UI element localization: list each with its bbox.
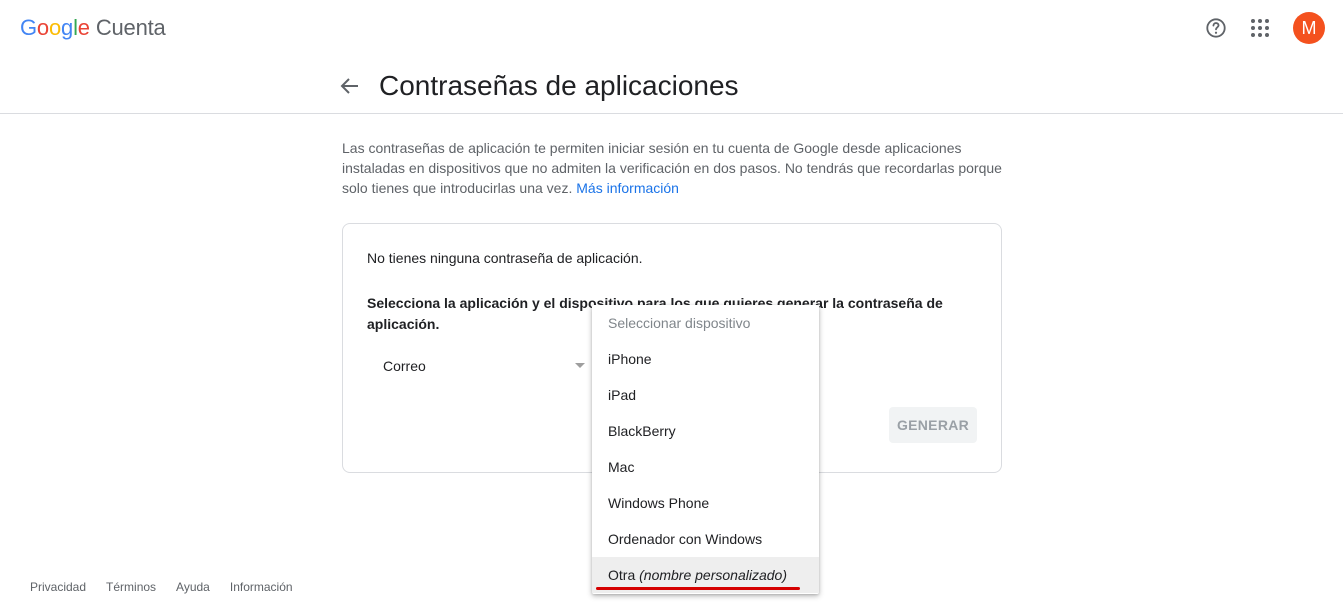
footer-link-help[interactable]: Ayuda [176, 580, 210, 594]
logo-letter: g [61, 15, 74, 40]
back-arrow-icon[interactable] [338, 74, 362, 98]
other-option-label: Otra [608, 567, 636, 583]
google-account-logo[interactable]: Google Cuenta [20, 14, 166, 42]
product-name: Cuenta [95, 15, 166, 40]
avatar[interactable]: M [1293, 12, 1325, 44]
highlight-underline [596, 587, 800, 590]
dropdown-option-windows-pc[interactable]: Ordenador con Windows [592, 521, 819, 557]
dropdown-option-blackberry[interactable]: BlackBerry [592, 413, 819, 449]
logo-letter: e [77, 15, 90, 40]
dropdown-option-ipad[interactable]: iPad [592, 377, 819, 413]
dropdown-placeholder[interactable]: Seleccionar dispositivo [592, 305, 819, 341]
title-bar: Contraseñas de aplicaciones [0, 56, 1343, 114]
footer-links: Privacidad Términos Ayuda Información [30, 580, 293, 594]
footer-link-terms[interactable]: Términos [106, 580, 156, 594]
dropdown-option-mac[interactable]: Mac [592, 449, 819, 485]
dropdown-option-windows-phone[interactable]: Windows Phone [592, 485, 819, 521]
help-icon[interactable] [1201, 13, 1231, 43]
device-dropdown: Seleccionar dispositivo iPhone iPad Blac… [592, 305, 819, 594]
footer-link-privacy[interactable]: Privacidad [30, 580, 86, 594]
other-option-hint: (nombre personalizado) [639, 567, 787, 583]
more-info-link[interactable]: Más información [576, 180, 679, 196]
top-header: Google Cuenta M [0, 0, 1343, 56]
footer-link-info[interactable]: Información [230, 580, 293, 594]
no-passwords-text: No tienes ninguna contraseña de aplicaci… [367, 250, 643, 266]
logo-letter: o [36, 15, 49, 40]
generate-button[interactable]: GENERAR [889, 407, 977, 443]
apps-grid-icon[interactable] [1245, 13, 1275, 43]
caret-down-icon [575, 363, 585, 368]
logo-letter: o [48, 15, 62, 40]
app-select[interactable]: Correo [367, 350, 593, 380]
dropdown-option-iphone[interactable]: iPhone [592, 341, 819, 377]
page-description: Las contraseñas de aplicación te permite… [342, 138, 1002, 198]
header-actions: M [1201, 10, 1325, 46]
page-title: Contraseñas de aplicaciones [379, 70, 739, 101]
app-select-value: Correo [383, 358, 426, 374]
logo-letter: G [20, 15, 37, 40]
